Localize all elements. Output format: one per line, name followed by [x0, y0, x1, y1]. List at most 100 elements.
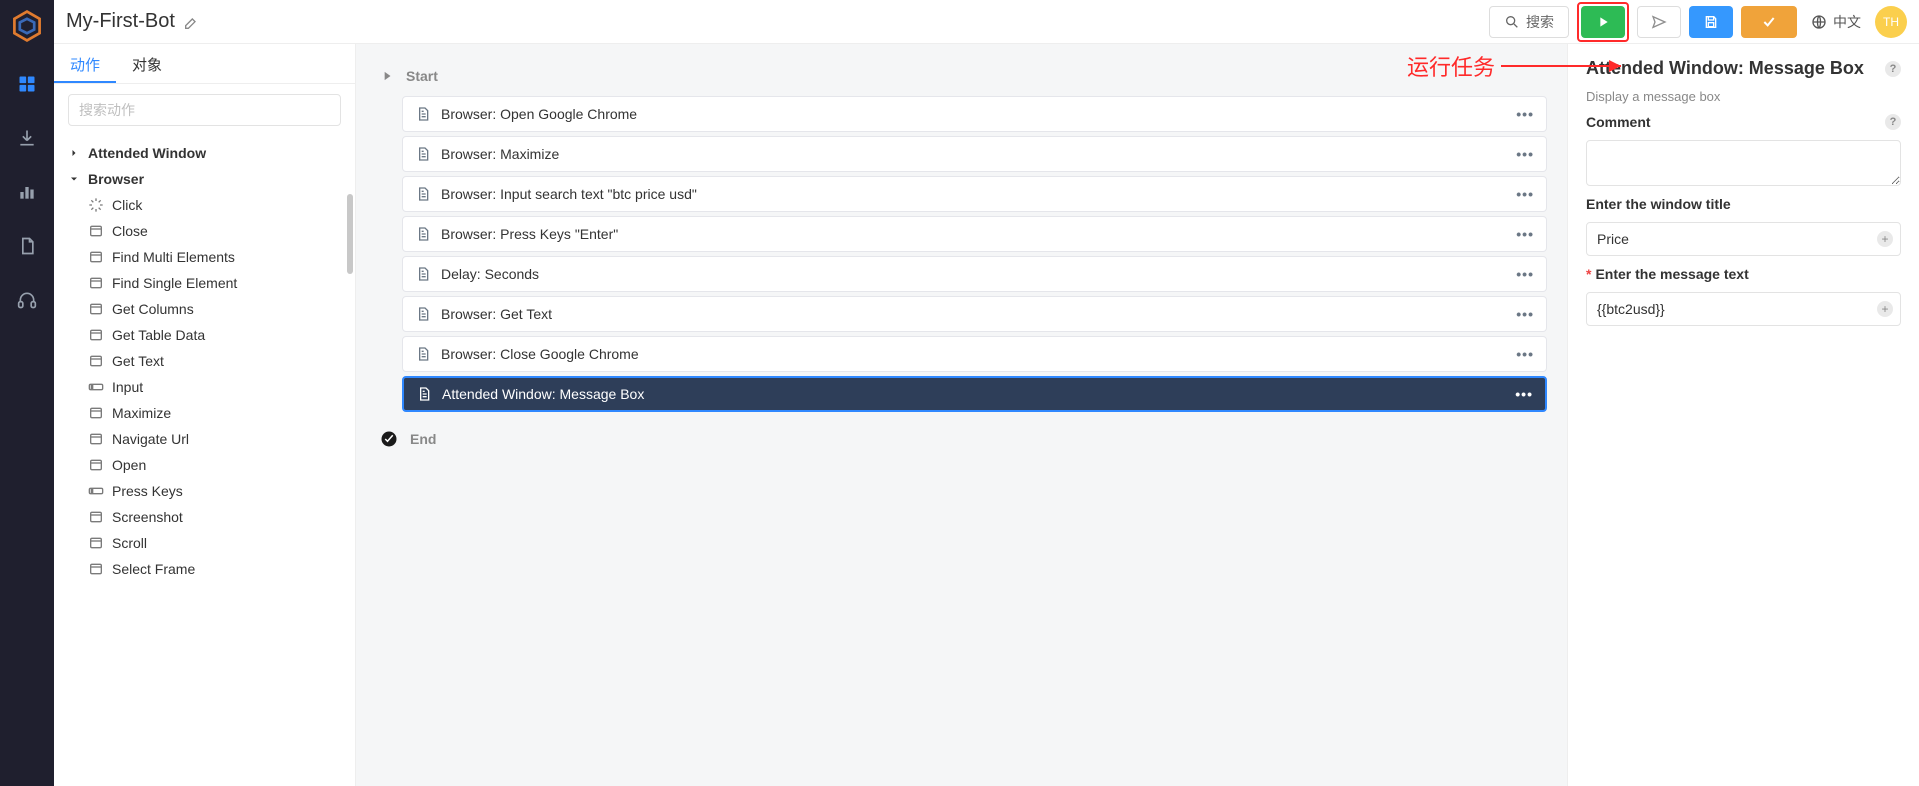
window-title-label: Enter the window title — [1586, 196, 1731, 212]
tree-leaf[interactable]: Select Frame — [54, 556, 355, 582]
rail-docs[interactable] — [0, 222, 54, 270]
tree-leaf[interactable]: Close — [54, 218, 355, 244]
document-icon — [415, 306, 431, 322]
document-icon — [415, 346, 431, 362]
message-text-add-icon[interactable]: + — [1877, 301, 1893, 317]
tree-group[interactable]: Attended Window — [54, 140, 355, 166]
actions-sidebar: 动作 对象 Attended Window Browser Click Close Fi… — [54, 44, 356, 786]
flow-step[interactable]: Browser: Input search text "btc price us… — [402, 176, 1547, 212]
user-avatar[interactable]: TH — [1875, 6, 1907, 38]
tree-leaf[interactable]: Get Columns — [54, 296, 355, 322]
step-menu-icon[interactable]: ••• — [1516, 146, 1534, 162]
step-menu-icon[interactable]: ••• — [1516, 226, 1534, 242]
rail-support[interactable] — [0, 276, 54, 324]
tree-leaf-label: Close — [112, 223, 148, 239]
tree-group-label: Attended Window — [88, 145, 206, 161]
bot-title: My-First-Bot — [66, 10, 175, 33]
tree-leaf-label: Maximize — [112, 405, 171, 421]
tree-leaf[interactable]: Open — [54, 452, 355, 478]
edit-title-icon[interactable] — [183, 14, 199, 30]
avatar-initials: TH — [1883, 15, 1899, 29]
tree-leaf-label: Find Single Element — [112, 275, 237, 291]
save-button[interactable] — [1689, 6, 1733, 38]
tree-leaf[interactable]: Press Keys — [54, 478, 355, 504]
tree-leaf-label: Click — [112, 197, 142, 213]
rail-stats[interactable] — [0, 168, 54, 216]
tree-leaf-label: Open — [112, 457, 146, 473]
tree-leaf[interactable]: Screenshot — [54, 504, 355, 530]
confirm-button[interactable] — [1741, 6, 1797, 38]
flow-end[interactable]: End — [376, 416, 1547, 452]
flow-step-label: Browser: Input search text "btc price us… — [441, 186, 697, 202]
tree-leaf[interactable]: Click — [54, 192, 355, 218]
tree-leaf-label: Navigate Url — [112, 431, 189, 447]
document-icon — [415, 226, 431, 242]
rail-download[interactable] — [0, 114, 54, 162]
message-text-input[interactable] — [1586, 292, 1901, 326]
flow-canor: Start Browser: Open Google Chrome•••Brow… — [356, 44, 1567, 786]
flow-step-label: Browser: Close Google Chrome — [441, 346, 639, 362]
comment-textarea[interactable] — [1586, 140, 1901, 186]
title-wrap: My-First-Bot — [66, 10, 199, 33]
tree-leaf-label: Press Keys — [112, 483, 183, 499]
flow-end-label: End — [410, 431, 436, 447]
required-marker: * — [1586, 266, 1591, 282]
properties-panel: Attended Window: Message Box ? Display a… — [1567, 44, 1919, 786]
tree-leaf[interactable]: Input — [54, 374, 355, 400]
flow-step[interactable]: Attended Window: Message Box••• — [402, 376, 1547, 412]
tree-leaf[interactable]: Find Single Element — [54, 270, 355, 296]
tree-leaf[interactable]: Get Table Data — [54, 322, 355, 348]
tree-leaf[interactable]: Maximize — [54, 400, 355, 426]
top-bar: My-First-Bot 搜索 — [54, 0, 1919, 44]
flow-step-label: Browser: Maximize — [441, 146, 559, 162]
tree-group[interactable]: Browser — [54, 166, 355, 192]
step-menu-icon[interactable]: ••• — [1516, 306, 1534, 322]
step-menu-icon[interactable]: ••• — [1516, 266, 1534, 282]
tree-leaf[interactable]: Navigate Url — [54, 426, 355, 452]
rail-dashboard[interactable] — [0, 60, 54, 108]
flow-step-label: Browser: Get Text — [441, 306, 552, 322]
flow-steps: Browser: Open Google Chrome•••Browser: M… — [376, 96, 1547, 412]
step-menu-icon[interactable]: ••• — [1516, 106, 1534, 122]
action-search-input[interactable] — [68, 94, 341, 126]
flow-step[interactable]: Browser: Get Text ••• — [402, 296, 1547, 332]
step-menu-icon[interactable]: ••• — [1516, 346, 1534, 362]
tree-leaf-label: Get Table Data — [112, 327, 205, 343]
tab-objects[interactable]: 对象 — [116, 44, 178, 83]
tree-leaf-label: Get Columns — [112, 301, 194, 317]
flow-step-label: Browser: Press Keys "Enter" — [441, 226, 618, 242]
props-title: Attended Window: Message Box — [1586, 58, 1864, 79]
document-icon — [415, 186, 431, 202]
flow-step[interactable]: Browser: Close Google Chrome ••• — [402, 336, 1547, 372]
flow-step[interactable]: Browser: Open Google Chrome ••• — [402, 96, 1547, 132]
document-icon — [416, 386, 432, 402]
flow-start[interactable]: Start — [376, 60, 1547, 92]
left-rail — [0, 0, 54, 786]
flow-step[interactable]: Browser: Maximize ••• — [402, 136, 1547, 172]
run-button-highlight — [1577, 2, 1629, 42]
language-label: 中文 — [1833, 12, 1861, 32]
send-button[interactable] — [1637, 6, 1681, 38]
document-icon — [415, 106, 431, 122]
window-title-add-icon[interactable]: + — [1877, 231, 1893, 247]
app-logo — [9, 8, 45, 44]
tab-actions[interactable]: 动作 — [54, 44, 116, 83]
tree-group-label: Browser — [88, 171, 144, 187]
tree-leaf[interactable]: Get Text — [54, 348, 355, 374]
tree-leaf[interactable]: Scroll — [54, 530, 355, 556]
sidebar-scrollbar[interactable] — [347, 194, 353, 274]
comment-help-icon[interactable]: ? — [1885, 114, 1901, 130]
props-title-help-icon[interactable]: ? — [1885, 61, 1901, 77]
window-title-input[interactable] — [1586, 222, 1901, 256]
step-menu-icon[interactable]: ••• — [1515, 386, 1533, 402]
run-button[interactable] — [1581, 6, 1625, 38]
flow-step[interactable]: Delay: Seconds••• — [402, 256, 1547, 292]
search-button[interactable]: 搜索 — [1489, 6, 1569, 38]
language-switch[interactable]: 中文 — [1805, 12, 1867, 32]
search-label: 搜索 — [1526, 12, 1554, 32]
step-menu-icon[interactable]: ••• — [1516, 186, 1534, 202]
tree-leaf[interactable]: Find Multi Elements — [54, 244, 355, 270]
flow-step-label: Browser: Open Google Chrome — [441, 106, 637, 122]
tree-leaf-label: Input — [112, 379, 143, 395]
flow-step[interactable]: Browser: Press Keys "Enter" ••• — [402, 216, 1547, 252]
